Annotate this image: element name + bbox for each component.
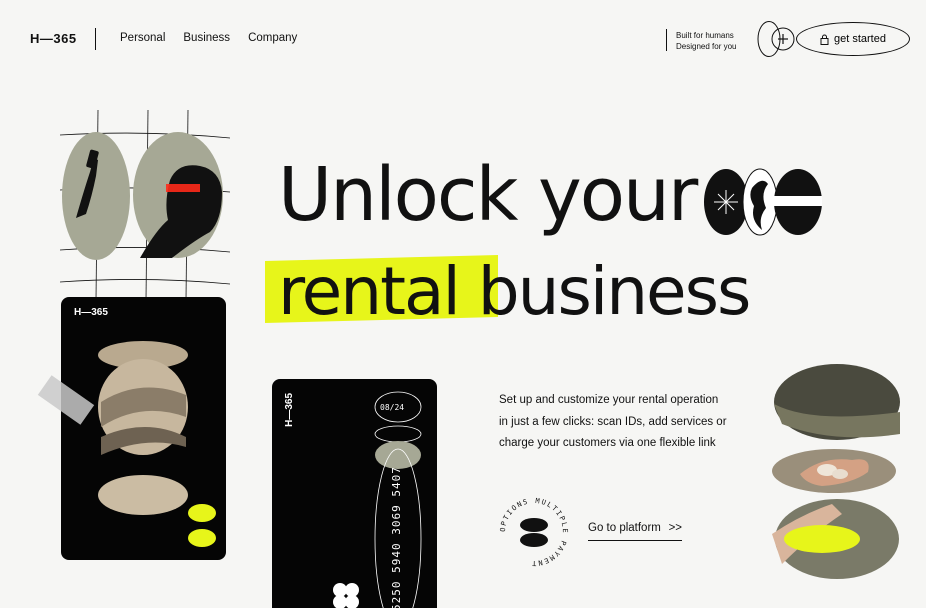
tagline-line-2: Designed for you xyxy=(676,42,737,51)
tagline: Built for humans Designed for you xyxy=(676,30,736,52)
go-to-platform-link[interactable]: Go to platform >> xyxy=(588,522,682,541)
lock-icon xyxy=(820,34,829,45)
credit-card: H—365 08/24 5250 5940 3069 5407 xyxy=(272,379,437,608)
nav-personal[interactable]: Personal xyxy=(120,32,165,44)
double-chevron-icon: >> xyxy=(668,522,682,534)
headline-line-1: Unlock your xyxy=(278,152,698,238)
headline-ornament xyxy=(704,168,822,236)
plus-icon[interactable] xyxy=(757,20,795,58)
card-number: 5250 5940 3069 5407 xyxy=(390,466,403,608)
card-expiry: 08/24 xyxy=(380,403,405,412)
hands-photo-collage xyxy=(772,364,900,579)
go-to-platform-label: Go to platform xyxy=(588,522,661,534)
get-started-label: get started xyxy=(834,33,886,45)
nav-business[interactable]: Business xyxy=(183,32,230,44)
brand-logo[interactable]: H—365 xyxy=(30,31,77,46)
left-card: H—365 xyxy=(61,297,226,560)
hero-photo-collage xyxy=(60,110,230,300)
headline-rest-word: business xyxy=(477,253,752,330)
headline-highlight-word: rental xyxy=(278,253,461,330)
main-nav: Personal Business Company xyxy=(120,32,297,44)
nav-company[interactable]: Company xyxy=(248,32,297,44)
header-divider xyxy=(95,28,96,50)
tagline-divider xyxy=(666,29,667,51)
headline-line-2: rental business xyxy=(278,253,752,330)
hero-description: Set up and customize your rental operati… xyxy=(499,394,727,449)
rock-photo-shapes xyxy=(98,341,216,547)
payment-options-badge: OPTIONS MULTIPLE PAYMENT xyxy=(499,497,568,567)
credit-card-graphics xyxy=(333,391,422,608)
get-started-button[interactable]: get started xyxy=(796,22,910,56)
tagline-line-1: Built for humans xyxy=(676,31,734,40)
